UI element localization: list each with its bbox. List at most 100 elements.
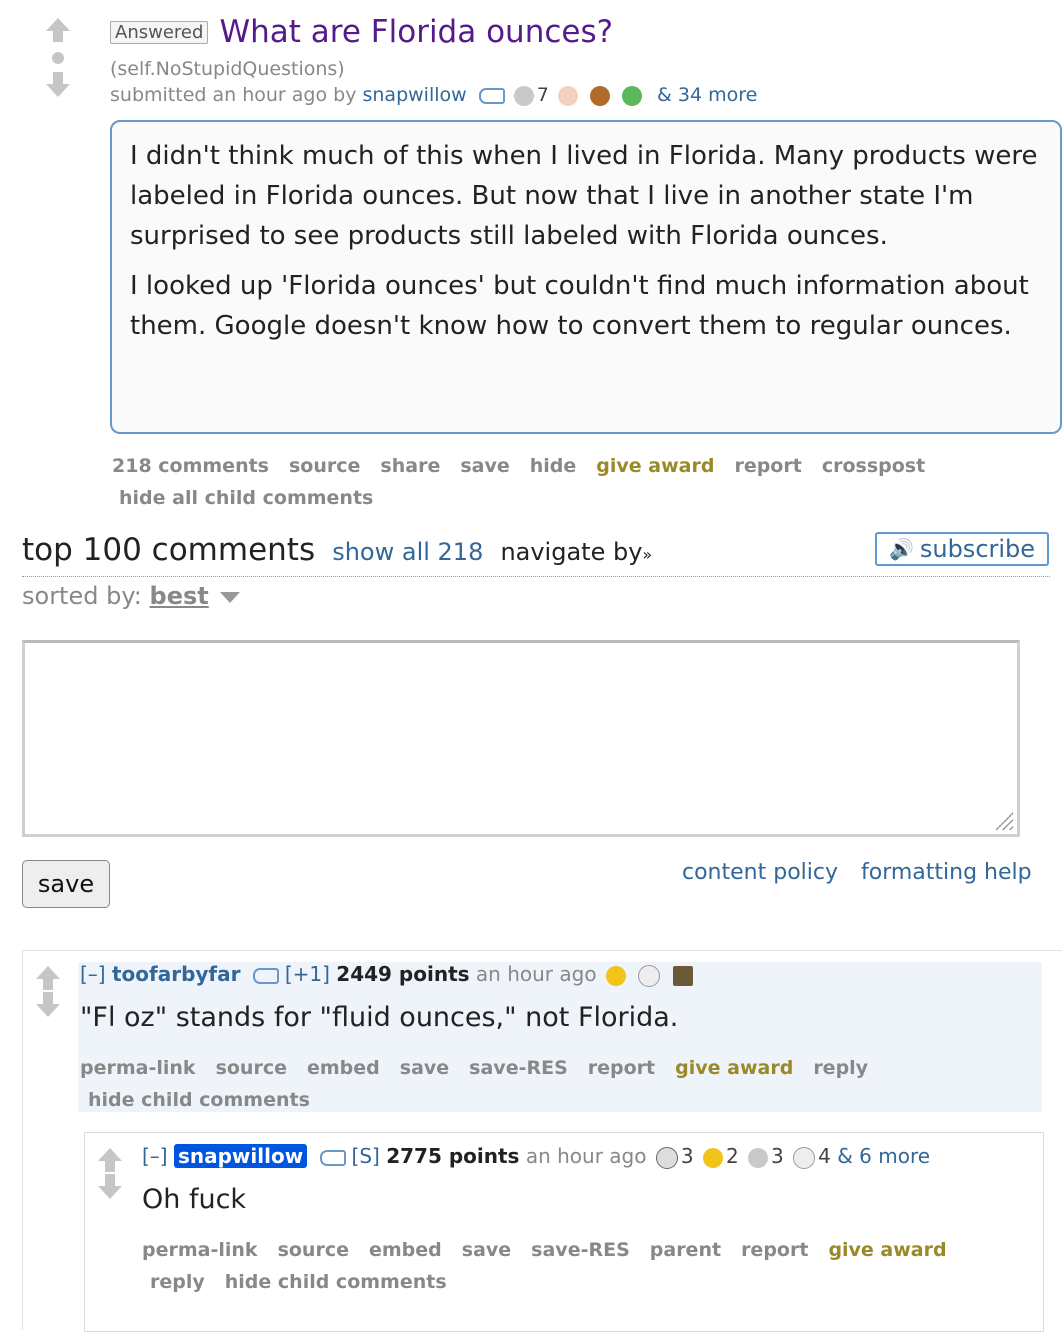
upvote-arrow-icon[interactable]: [95, 1148, 125, 1174]
collapse-toggle[interactable]: [–]: [80, 962, 106, 986]
embed-link[interactable]: embed: [369, 1239, 442, 1261]
post-body: I didn't think much of this when I lived…: [110, 120, 1062, 434]
source-link[interactable]: source: [216, 1057, 287, 1079]
comments-header: top 100 comments show all 218 navigate b…: [22, 532, 652, 568]
award-silver-icon: [655, 1146, 678, 1169]
comment1-buttons: perma-link source embed save save-RES report g…: [80, 1052, 1040, 1116]
hide-child-link[interactable]: hide child comments: [88, 1089, 310, 1111]
navigate-label: navigate by: [500, 538, 643, 566]
downvote-arrow-icon[interactable]: [95, 1174, 125, 1200]
more-awards-link[interactable]: & 34 more: [657, 84, 757, 106]
reply-link[interactable]: reply: [813, 1057, 868, 1079]
parent-link[interactable]: parent: [650, 1239, 721, 1261]
give-award-link[interactable]: give award: [675, 1057, 793, 1079]
comment-author[interactable]: toofarbyfar: [112, 962, 241, 986]
report-link[interactable]: report: [741, 1239, 808, 1261]
award-helpful-icon: [748, 1147, 769, 1168]
submitted-text: submitted an hour ago by: [110, 84, 357, 106]
award-gold-icon: [702, 1147, 723, 1168]
post-author[interactable]: snapwillow: [362, 84, 466, 106]
downvote-arrow-icon[interactable]: [33, 992, 63, 1018]
op-author-badge[interactable]: snapwillow: [173, 1144, 308, 1168]
comment-points: 2449 points: [336, 962, 470, 986]
give-award-link[interactable]: give award: [828, 1239, 946, 1261]
sort-dropdown[interactable]: best: [150, 582, 209, 610]
content-policy-link[interactable]: content policy: [682, 860, 838, 885]
save-link[interactable]: save: [400, 1057, 449, 1079]
formatting-help-link[interactable]: formatting help: [861, 860, 1032, 885]
show-all-link[interactable]: show all 218: [332, 538, 483, 566]
post-vote: [42, 18, 74, 98]
dropdown-triangle-icon[interactable]: [220, 591, 241, 603]
textarea-links: content policy formatting help: [682, 860, 1032, 885]
hide-child-link[interactable]: hide child comments: [225, 1271, 447, 1293]
award-picture-icon: [672, 965, 693, 986]
permalink-link[interactable]: perma-link: [80, 1057, 196, 1079]
upvote-arrow-icon[interactable]: [43, 18, 73, 44]
resize-handle-icon[interactable]: [993, 810, 1013, 830]
comments-title: top 100 comments: [22, 532, 316, 568]
embed-link[interactable]: embed: [307, 1057, 380, 1079]
post-title[interactable]: What are Florida ounces?: [220, 14, 614, 50]
score-dot-icon: [52, 52, 64, 64]
comment-points: 2775 points: [386, 1144, 520, 1168]
navigate-by[interactable]: navigate by»: [500, 538, 652, 566]
karma-tag: [+1]: [284, 962, 330, 986]
subscribe-label: subscribe: [919, 535, 1036, 563]
save-link[interactable]: save: [462, 1239, 511, 1261]
award-count: 4: [818, 1144, 831, 1168]
award-gold-icon: [605, 965, 626, 986]
sort-value: best: [149, 582, 209, 610]
award-face-icon: [793, 1146, 816, 1169]
speaker-icon: 🔊: [888, 537, 914, 561]
submitter-tag: [S]: [351, 1144, 380, 1168]
award-rocket-icon: [557, 85, 578, 106]
subscribe-button[interactable]: 🔊 subscribe: [875, 532, 1049, 566]
comment-time: an hour ago: [475, 962, 597, 986]
award-silver-icon: [513, 85, 534, 106]
more-awards-link[interactable]: & 6 more: [837, 1144, 930, 1168]
source-link[interactable]: source: [289, 455, 360, 477]
comment2-vote: [94, 1148, 126, 1200]
award-burger-icon: [589, 85, 610, 106]
collapse-toggle[interactable]: [–]: [142, 1144, 168, 1168]
sort-row: sorted by: best: [22, 582, 241, 610]
source-link[interactable]: source: [278, 1239, 349, 1261]
user-tag-icon[interactable]: [252, 967, 279, 984]
save-res-link[interactable]: save-RES: [469, 1057, 568, 1079]
save-link[interactable]: save: [460, 455, 509, 477]
save-res-link[interactable]: save-RES: [531, 1239, 630, 1261]
post-body-paragraph: I looked up 'Florida ounces' but couldn'…: [130, 271, 1029, 341]
user-tag-icon[interactable]: [319, 1149, 346, 1166]
award-count: 2: [725, 1144, 739, 1168]
hide-link[interactable]: hide: [530, 455, 577, 477]
comment2-buttons: perma-link source embed save save-RES parent r…: [142, 1234, 1042, 1298]
save-button[interactable]: save: [22, 860, 110, 908]
reply-link[interactable]: reply: [150, 1271, 205, 1293]
downvote-arrow-icon[interactable]: [43, 72, 73, 98]
user-tag-icon[interactable]: [478, 87, 505, 104]
award-face-icon: [638, 964, 661, 987]
comment2-tagline: [–] snapwillow [S] 2775 points an hour a…: [142, 1144, 930, 1169]
post-buttons: 218 comments source share save hide give awar…: [112, 450, 1012, 514]
comment-textarea[interactable]: [22, 640, 1020, 837]
report-link[interactable]: report: [588, 1057, 655, 1079]
give-award-link[interactable]: give award: [596, 455, 714, 477]
comments-link[interactable]: 218 comments: [112, 455, 269, 477]
post-tagline: submitted an hour ago by snapwillow 7 & …: [110, 84, 757, 106]
crosspost-link[interactable]: crosspost: [822, 455, 925, 477]
permalink-link[interactable]: perma-link: [142, 1239, 258, 1261]
award-count: 3: [771, 1144, 784, 1168]
award-dino-icon: [621, 85, 642, 106]
share-link[interactable]: share: [380, 455, 440, 477]
sorted-by-label: sorted by:: [22, 582, 142, 610]
comment1-tagline: [–] toofarbyfar [+1] 2449 points an hour…: [80, 962, 696, 987]
post-domain[interactable]: (self.NoStupidQuestions): [110, 58, 345, 80]
upvote-arrow-icon[interactable]: [33, 966, 63, 992]
hide-all-child-link[interactable]: hide all child comments: [119, 487, 373, 509]
report-link[interactable]: report: [734, 455, 801, 477]
post-flair: Answered: [110, 20, 209, 44]
comment2-body: Oh fuck: [142, 1184, 247, 1215]
award-count: 7: [536, 84, 549, 106]
post-body-paragraph: I didn't think much of this when I lived…: [130, 141, 1038, 251]
